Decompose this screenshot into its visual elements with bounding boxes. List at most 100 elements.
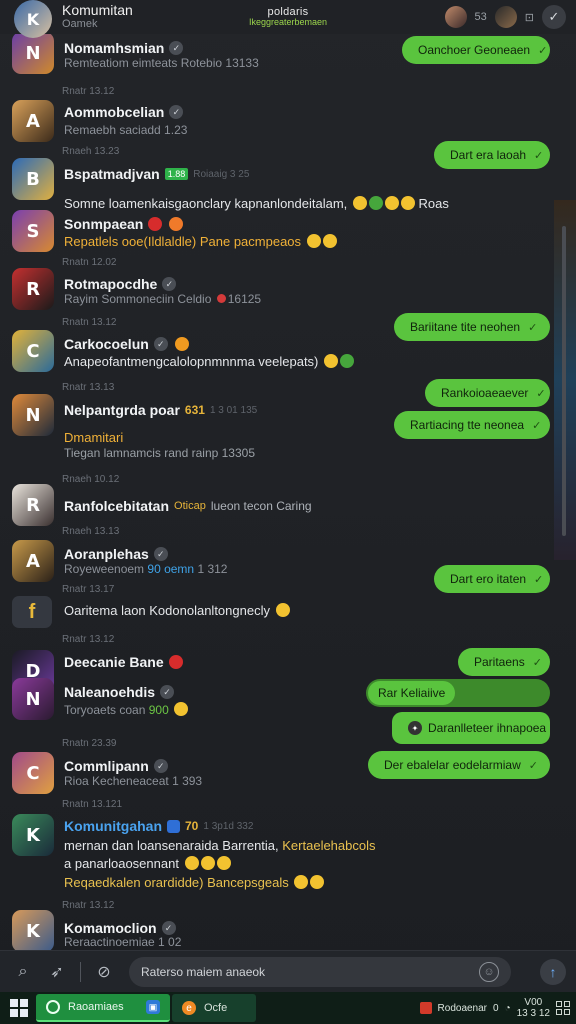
clock[interactable]: V00 13 3 12: [517, 997, 550, 1019]
start-menu-icon[interactable]: [10, 999, 28, 1017]
preview-number: 1 312: [197, 562, 228, 576]
check-icon[interactable]: ✓: [542, 5, 566, 29]
sent-bubble[interactable]: Oanchoer Geoneaen ✓: [402, 36, 550, 64]
mini-avatar-icon: ✦: [408, 721, 422, 735]
message-body: mernan dan loansenaraida Barrentia,: [64, 838, 279, 853]
message-highlight: Kertaelehabcols: [282, 838, 376, 853]
sender-name[interactable]: Sonmpaean: [64, 216, 143, 232]
message-input[interactable]: Raterso maiem anaeok ☺: [129, 956, 511, 987]
message-meta: 1 3 01 135: [209, 404, 258, 416]
bubble-text: Daranlleteer ihnapoea: [428, 721, 547, 735]
wifi-icon[interactable]: ◔: [505, 1003, 511, 1014]
level-badge: 631: [184, 403, 205, 417]
message-list[interactable]: N Nomamhsmian ✓ Remteatiom eimteats Roteb…: [0, 0, 576, 950]
user-avatar[interactable]: N: [12, 32, 54, 74]
timestamp: Rnatn 13.12: [62, 317, 117, 328]
message-text: mernan dan loansenaraida Barrentia, Kert…: [64, 838, 376, 853]
message-item[interactable]: K Komamoclion ✓ Reraactinoemiae 1 02: [12, 908, 552, 950]
sender-name[interactable]: Deecanie Bane: [64, 654, 164, 670]
taskbar-app-label: Raoamiaes: [68, 1001, 124, 1013]
emoji-icon: [324, 354, 339, 368]
gif-icon[interactable]: ⊘: [91, 959, 117, 985]
verified-icon: ✓: [153, 547, 168, 561]
verified-icon: ✓: [153, 759, 168, 773]
message-input-placeholder: Raterso maiem anaeok: [141, 964, 266, 979]
sent-bubble[interactable]: Dart ero itaten ✓: [434, 565, 550, 593]
desktop-icon[interactable]: [556, 1001, 570, 1015]
user-avatar[interactable]: R: [12, 484, 54, 526]
message-text: Tiegan lamnamcis rand rainp 13305: [64, 446, 255, 460]
emoji-icon: [322, 234, 337, 248]
sender-name[interactable]: Carkocoelun: [64, 336, 149, 352]
system-tray: Rodoaenar 0 ◔ V00 13 3 12: [419, 997, 570, 1019]
user-avatar[interactable]: K: [12, 814, 54, 856]
alert-icon: [148, 217, 163, 231]
message-preview: Rayim Sommoneciin Celdio 16125: [64, 292, 261, 306]
divider: [80, 961, 81, 982]
emoji-icon: [169, 217, 184, 231]
mod-badge-icon: [167, 819, 180, 833]
verified-icon: ✓: [153, 337, 168, 351]
sent-bubble[interactable]: ✦ Daranlleteer ihnapoea: [392, 712, 550, 744]
emoji-picker-icon[interactable]: ☺: [479, 961, 499, 982]
sender-name[interactable]: Ranfolcebitatan: [64, 498, 169, 514]
message-body: Repatlels ooe(Ildlaldle) Pane pacmpeaos: [64, 234, 302, 249]
emoji-icon: [174, 702, 189, 716]
sender-name[interactable]: Aommobcelian: [64, 104, 164, 120]
preview-tag: 90 oemn: [147, 562, 195, 576]
sender-name[interactable]: Nelpantgrda poar: [64, 402, 180, 418]
channel-avatar[interactable]: K: [14, 0, 52, 38]
emoji-icon: [340, 354, 355, 368]
user-avatar[interactable]: A: [12, 540, 54, 582]
user-avatar[interactable]: A: [12, 100, 54, 142]
user-avatar[interactable]: B: [12, 158, 54, 200]
message-item[interactable]: R Rotmapocdhe ✓ Rayim Sommoneciin Celdio …: [12, 266, 552, 314]
user-avatar[interactable]: N: [12, 678, 54, 720]
member-avatar[interactable]: [444, 6, 467, 28]
verified-icon: ✓: [169, 41, 184, 55]
sender-name[interactable]: Nomamhsmian: [64, 40, 164, 56]
member-avatar[interactable]: [494, 6, 517, 28]
channel-title[interactable]: Komumitan: [62, 3, 133, 17]
emoji-icon: [216, 856, 231, 870]
bot-avatar[interactable]: f: [12, 596, 52, 628]
user-avatar[interactable]: C: [12, 330, 54, 372]
member-count: 53: [474, 11, 487, 23]
attach-icon[interactable]: ➶: [44, 959, 70, 985]
message-scrollbar[interactable]: [562, 226, 566, 536]
message-text: Dmamitari: [64, 430, 124, 445]
composer-bar: ⌕ ➶ ⊘ Raterso maiem anaeok ☺ ↑: [0, 950, 576, 992]
bubble-text: Oanchoer Geoneaen: [418, 43, 531, 57]
notification-icon[interactable]: [419, 1002, 432, 1014]
sender-name[interactable]: Rotmapocdhe: [64, 276, 157, 292]
level-badge: 1.88: [164, 168, 189, 180]
message-item[interactable]: C Commlipann ✓ Rioa Kecheneaceat 1 393: [12, 750, 552, 798]
sender-name[interactable]: Bspatmadjvan: [64, 166, 160, 182]
user-avatar[interactable]: N: [12, 394, 54, 436]
send-icon[interactable]: ↑: [540, 958, 566, 985]
user-avatar[interactable]: C: [12, 752, 54, 794]
sender-name[interactable]: Komunitgahan: [64, 818, 162, 834]
message-meta: Roiaaig 3 25: [193, 168, 250, 180]
sender-name[interactable]: Commlipann: [64, 758, 149, 774]
emoji-icon: [275, 603, 290, 617]
user-avatar[interactable]: K: [12, 910, 54, 950]
alert-icon: [168, 655, 183, 669]
sent-bubble[interactable]: Rartiacing tte neonea ✓: [394, 411, 550, 439]
user-avatar[interactable]: S: [12, 210, 54, 252]
message-preview: Rioa Kecheneaceat 1 393: [64, 774, 203, 788]
search-icon[interactable]: ⌕: [10, 959, 36, 985]
expand-icon[interactable]: ⊡: [525, 11, 534, 24]
sender-name[interactable]: Komamoclion: [64, 920, 157, 936]
taskbar-app-browser[interactable]: e Ocfe: [172, 994, 256, 1022]
user-avatar[interactable]: R: [12, 268, 54, 310]
sender-name[interactable]: Naleanoehdis: [64, 684, 155, 700]
message-item[interactable]: A Aommobcelian ✓ Remaebh saciadd 1.23: [12, 98, 552, 146]
message-item[interactable]: R Ranfolcebitatan Oticap lueon tecon Carin…: [12, 482, 552, 530]
taskbar-app-chat[interactable]: Raoamiaes ▣: [36, 994, 170, 1022]
sender-name[interactable]: Aoranplehas: [64, 546, 149, 562]
chat-app-window: N Nomamhsmian ✓ Remteatiom eimteats Roteb…: [0, 0, 576, 1024]
sent-bubble-split[interactable]: Rar Keliaiive: [366, 679, 550, 707]
level-badge: 70: [185, 819, 199, 833]
pin-icon: ▣: [146, 1000, 160, 1014]
